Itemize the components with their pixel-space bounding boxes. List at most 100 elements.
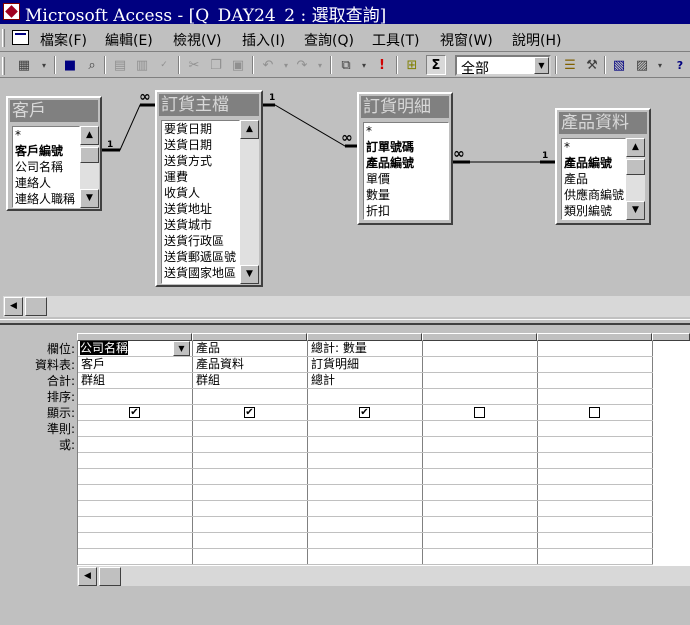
grid-sort-cell[interactable]: [423, 389, 538, 405]
field-item[interactable]: 送貨城市: [162, 217, 239, 233]
field-item[interactable]: 要貨日期: [162, 121, 239, 137]
chevron-down-icon[interactable]: ▼: [173, 341, 190, 356]
field-list-scrollbar[interactable]: ▲ ▼: [80, 126, 99, 208]
table-title[interactable]: 產品資料: [559, 112, 647, 134]
grid-sort-cell[interactable]: [308, 389, 423, 405]
grid-or-cell[interactable]: [193, 437, 308, 453]
grid-or-cell[interactable]: [78, 437, 193, 453]
grid-table-cell[interactable]: [538, 357, 653, 373]
grid-total-cell[interactable]: 群組: [193, 373, 308, 389]
scroll-down-icon[interactable]: ▼: [80, 189, 99, 208]
grid-or-cell[interactable]: [308, 437, 423, 453]
grid-or-cell[interactable]: [538, 501, 653, 517]
scroll-thumb[interactable]: [626, 159, 645, 175]
grid-or-cell[interactable]: [423, 517, 538, 533]
grid-table-cell[interactable]: 產品資料: [193, 357, 308, 373]
column-selector[interactable]: [537, 333, 652, 341]
field-item[interactable]: 收貨人: [162, 185, 239, 201]
scroll-thumb[interactable]: [25, 297, 47, 316]
scroll-down-icon[interactable]: ▼: [240, 265, 259, 284]
scroll-down-icon[interactable]: ▼: [626, 201, 645, 220]
grid-table-cell[interactable]: 訂貨明細: [308, 357, 423, 373]
column-selector[interactable]: [422, 333, 537, 341]
grid-or-cell[interactable]: [538, 533, 653, 549]
table-title[interactable]: 訂貨明細: [361, 96, 449, 118]
grid-total-cell[interactable]: [538, 373, 653, 389]
grid-horizontal-scrollbar[interactable]: ◀: [77, 565, 690, 586]
column-selector[interactable]: [192, 333, 307, 341]
field-item[interactable]: 運費: [162, 169, 239, 185]
grid-or-cell[interactable]: [308, 549, 423, 565]
field-item[interactable]: 產品編號: [364, 155, 448, 171]
field-item[interactable]: *: [13, 127, 79, 143]
grid-or-cell[interactable]: [308, 453, 423, 469]
grid-total-cell[interactable]: 總計: [308, 373, 423, 389]
table-orders[interactable]: 訂貨主檔 要貨日期 送貨日期 送貨方式 運費 收貨人 送貨地址 送貨城市 送貨行…: [155, 90, 263, 287]
grid-table-cell[interactable]: 客戶: [78, 357, 193, 373]
pane-splitter[interactable]: [0, 319, 690, 325]
show-checkbox[interactable]: ✔: [129, 407, 140, 418]
field-item[interactable]: *: [562, 139, 625, 155]
grid-or-cell[interactable]: [193, 469, 308, 485]
grid-column[interactable]: 總計: 數量 訂貨明細 總計 ✔: [308, 341, 423, 586]
field-item[interactable]: 訂單號碼: [364, 139, 448, 155]
grid-or-cell[interactable]: [78, 469, 193, 485]
grid-criteria-cell[interactable]: [423, 421, 538, 437]
grid-or-cell[interactable]: [78, 453, 193, 469]
grid-column[interactable]: 公司名稱 ▼ 客戶 群組 ✔: [78, 341, 193, 586]
table-products[interactable]: 產品資料 * 產品編號 產品 供應商編號 類別編號 ▲ ▼: [555, 108, 651, 225]
scroll-thumb[interactable]: [99, 567, 121, 586]
grid-or-cell[interactable]: [423, 437, 538, 453]
grid-field-cell[interactable]: [423, 341, 538, 357]
scroll-up-icon[interactable]: ▲: [80, 126, 99, 145]
show-checkbox[interactable]: ✔: [359, 407, 370, 418]
field-list-scrollbar[interactable]: ▲ ▼: [240, 120, 259, 284]
table-title[interactable]: 訂貨主檔: [159, 94, 259, 116]
column-selector[interactable]: [77, 333, 192, 341]
column-selector[interactable]: [652, 333, 690, 341]
grid-or-cell[interactable]: [538, 517, 653, 533]
field-list-scrollbar[interactable]: ▲ ▼: [626, 138, 645, 220]
field-item[interactable]: 連絡人: [13, 175, 79, 191]
grid-or-cell[interactable]: [423, 453, 538, 469]
scroll-thumb[interactable]: [80, 147, 99, 163]
grid-total-cell[interactable]: 群組: [78, 373, 193, 389]
grid-column[interactable]: [423, 341, 538, 586]
query-design-grid[interactable]: 公司名稱 ▼ 客戶 群組 ✔ 產品 產品資料 群組 ✔ 總計: 數量 訂貨明細 …: [77, 341, 690, 586]
scroll-up-icon[interactable]: ▲: [626, 138, 645, 157]
field-item[interactable]: 送貨國家地區: [162, 265, 239, 281]
field-item[interactable]: 產品編號: [562, 155, 625, 171]
field-item[interactable]: 公司名稱: [13, 159, 79, 175]
grid-or-cell[interactable]: [193, 501, 308, 517]
field-item[interactable]: 數量: [364, 187, 448, 203]
grid-criteria-cell[interactable]: [308, 421, 423, 437]
grid-or-cell[interactable]: [538, 485, 653, 501]
grid-column[interactable]: [653, 341, 690, 586]
grid-or-cell[interactable]: [308, 501, 423, 517]
field-item[interactable]: *: [364, 123, 448, 139]
grid-or-cell[interactable]: [78, 517, 193, 533]
scroll-left-icon[interactable]: ◀: [4, 297, 23, 316]
show-checkbox[interactable]: ✔: [244, 407, 255, 418]
grid-total-cell[interactable]: [423, 373, 538, 389]
grid-column[interactable]: [538, 341, 653, 586]
grid-or-cell[interactable]: [193, 485, 308, 501]
field-item[interactable]: 產品: [562, 171, 625, 187]
field-item[interactable]: 送貨地址: [162, 201, 239, 217]
table-order-details[interactable]: 訂貨明細 * 訂單號碼 產品編號 單價 數量 折扣: [357, 92, 453, 225]
grid-or-cell[interactable]: [538, 549, 653, 565]
field-item[interactable]: 送貨日期: [162, 137, 239, 153]
show-checkbox[interactable]: [589, 407, 600, 418]
grid-or-cell[interactable]: [308, 469, 423, 485]
grid-or-cell[interactable]: [78, 501, 193, 517]
grid-or-cell[interactable]: [423, 501, 538, 517]
grid-or-cell[interactable]: [193, 533, 308, 549]
grid-field-cell[interactable]: 總計: 數量: [308, 341, 423, 357]
grid-field-cell[interactable]: 產品: [193, 341, 308, 357]
design-pane-scrollbar[interactable]: ◀: [3, 296, 690, 317]
grid-sort-cell[interactable]: [538, 389, 653, 405]
grid-criteria-cell[interactable]: [538, 421, 653, 437]
field-item[interactable]: 折扣: [364, 203, 448, 219]
grid-or-cell[interactable]: [423, 485, 538, 501]
grid-column[interactable]: 產品 產品資料 群組 ✔: [193, 341, 308, 586]
